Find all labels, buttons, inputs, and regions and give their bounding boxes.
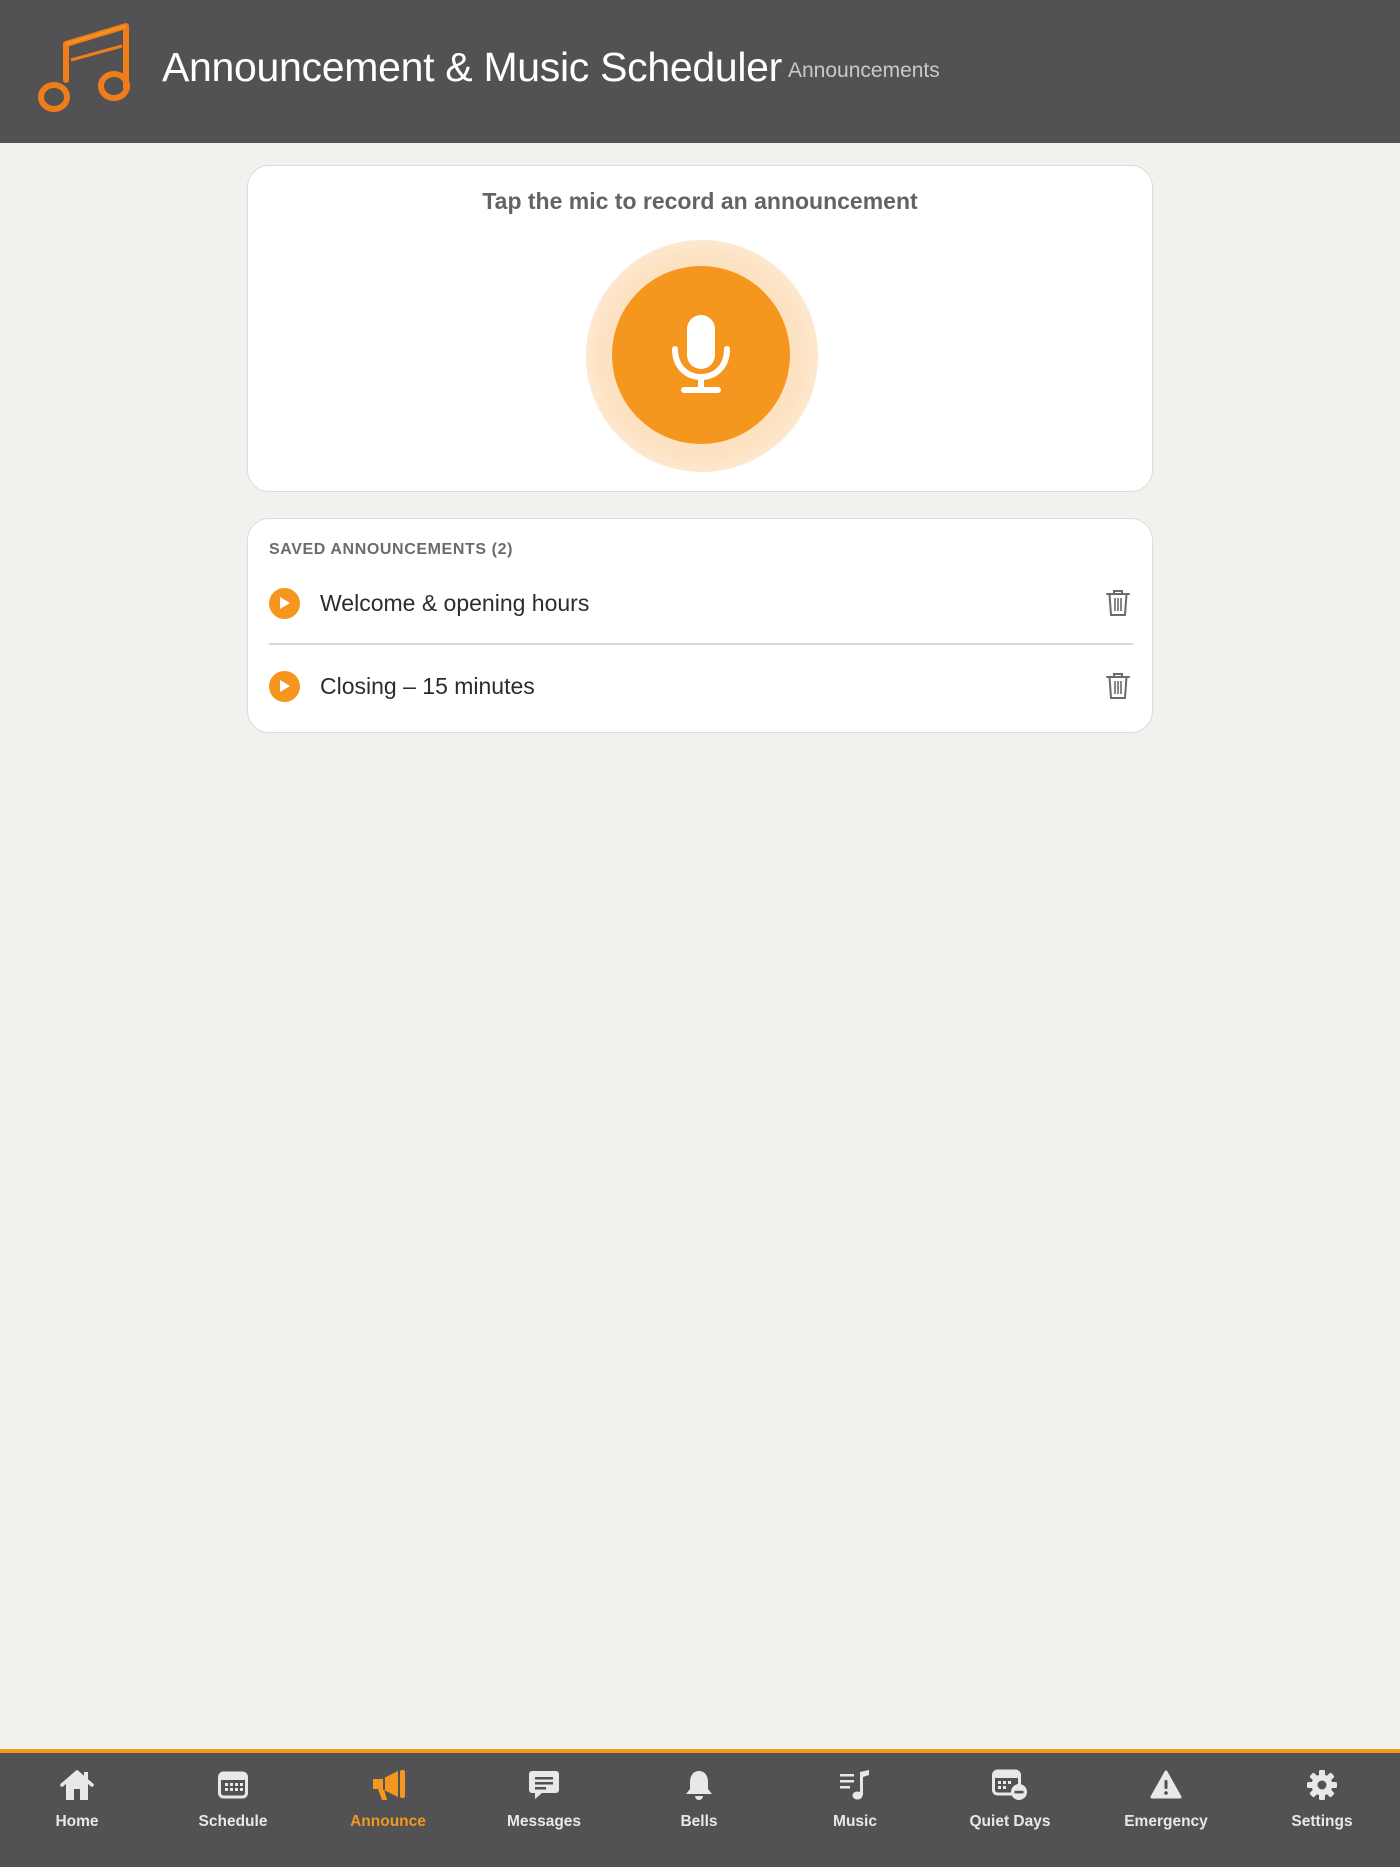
saved-announcements-header: SAVED ANNOUNCEMENTS (2) bbox=[269, 541, 514, 558]
tab-label: Bells bbox=[680, 1813, 718, 1830]
saved-announcements-card: SAVED ANNOUNCEMENTS (2) Welcome & openin… bbox=[247, 518, 1153, 733]
calendar-icon bbox=[218, 1771, 248, 1799]
trash-icon[interactable] bbox=[1105, 672, 1131, 700]
record-mic-button[interactable] bbox=[612, 266, 790, 444]
record-card: Tap the mic to record an announcement bbox=[247, 165, 1153, 492]
play-button[interactable] bbox=[269, 587, 300, 619]
tab-label: Announce bbox=[350, 1813, 426, 1830]
bottom-tab-bar: Home Schedule Announce Messages Bells Mu… bbox=[0, 1749, 1400, 1867]
play-icon bbox=[279, 597, 290, 609]
play-button[interactable] bbox=[269, 670, 300, 702]
play-icon bbox=[279, 680, 290, 692]
tab-label: Settings bbox=[1291, 1813, 1353, 1830]
tab-label: Emergency bbox=[1124, 1813, 1208, 1830]
app-title: Announcement & Music Scheduler bbox=[162, 44, 783, 90]
tab-quiet-days[interactable]: Quiet Days bbox=[940, 1765, 1080, 1845]
microphone-icon bbox=[672, 315, 730, 393]
calendar-minus-icon bbox=[992, 1769, 1027, 1800]
message-icon bbox=[529, 1771, 559, 1799]
music-list-icon bbox=[840, 1770, 869, 1800]
music-note-icon bbox=[38, 23, 130, 112]
list-item: Closing – 15 minutes bbox=[269, 646, 1133, 726]
list-item: Welcome & opening hours bbox=[269, 563, 1133, 643]
tab-label: Quiet Days bbox=[969, 1813, 1051, 1830]
home-icon bbox=[60, 1770, 94, 1800]
tab-label: Messages bbox=[506, 1813, 582, 1830]
tab-announce[interactable]: Announce bbox=[318, 1765, 458, 1845]
megaphone-icon bbox=[373, 1770, 405, 1800]
tab-label: Music bbox=[833, 1813, 877, 1830]
announcement-title: Welcome & opening hours bbox=[320, 589, 590, 616]
tab-label: Home bbox=[55, 1813, 99, 1830]
tab-bells[interactable]: Bells bbox=[629, 1765, 769, 1845]
tab-messages[interactable]: Messages bbox=[474, 1765, 614, 1845]
app-header: Announcement & Music Scheduler Announcem… bbox=[0, 0, 1400, 143]
tab-emergency[interactable]: Emergency bbox=[1096, 1765, 1236, 1845]
record-prompt: Tap the mic to record an announcement bbox=[482, 188, 918, 214]
gear-icon bbox=[1307, 1770, 1337, 1800]
tab-schedule[interactable]: Schedule bbox=[163, 1765, 303, 1845]
tab-home[interactable]: Home bbox=[7, 1765, 147, 1845]
tab-music[interactable]: Music bbox=[785, 1765, 925, 1845]
trash-icon[interactable] bbox=[1105, 589, 1131, 617]
bell-icon bbox=[686, 1771, 712, 1800]
tab-label: Schedule bbox=[198, 1813, 268, 1830]
breadcrumb: Announcements bbox=[788, 59, 940, 82]
row-divider bbox=[269, 643, 1133, 645]
tab-settings[interactable]: Settings bbox=[1252, 1765, 1392, 1845]
announcement-title: Closing – 15 minutes bbox=[320, 672, 535, 699]
warning-icon bbox=[1150, 1770, 1182, 1799]
